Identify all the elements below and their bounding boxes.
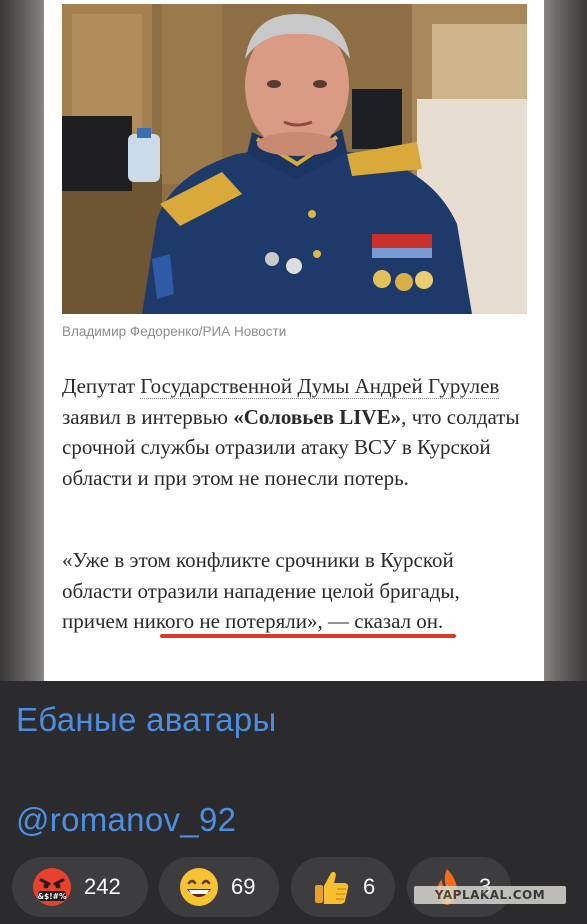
- mention-link[interactable]: @romanov_92: [16, 801, 236, 839]
- reaction-count: 69: [231, 874, 256, 899]
- general-portrait-image: [62, 4, 527, 314]
- angry-cursing-face-icon: &$!#%: [33, 868, 71, 906]
- reaction-count: 242: [84, 874, 121, 899]
- message-text: Ебаные аватары: [16, 701, 277, 738]
- reaction-angry[interactable]: &$!#% 242: [12, 857, 148, 917]
- highlighted-quote: причем никого не потеряли: [62, 609, 307, 633]
- article-paragraph-1: Депутат Государственной Думы Андрей Гуру…: [62, 371, 527, 493]
- reaction-count: 6: [363, 874, 376, 899]
- site-watermark: YAPLAKAL.COM: [414, 886, 566, 904]
- text-span: », — сказал он.: [307, 609, 444, 633]
- svg-text:&$!#%: &$!#%: [38, 892, 67, 901]
- red-underline-mark: [160, 634, 456, 638]
- article-photo: [62, 4, 527, 314]
- grinning-face-icon: [180, 868, 218, 906]
- thumbs-up-icon: [315, 871, 349, 904]
- photo-caption: Владимир Федоренко/РИА Новости: [62, 324, 287, 339]
- article-paragraph-2: «Уже в этом конфликте срочники в Курской…: [62, 545, 527, 637]
- article-link[interactable]: Государственной Думы Андрей Гурулев: [140, 374, 500, 399]
- text-span: заявил в интервью: [62, 404, 234, 429]
- reaction-thumbs-up[interactable]: 6: [291, 857, 395, 917]
- source-name: «Соловьев LIVE»: [233, 404, 402, 429]
- article-screenshot: Владимир Федоренко/РИА Новости Депутат Г…: [0, 0, 587, 681]
- article-card: Владимир Федоренко/РИА Новости Депутат Г…: [44, 0, 544, 681]
- text-span: Депутат: [62, 374, 141, 398]
- text-span: «Уже в этом конфликте срочники в Курской…: [62, 548, 460, 603]
- reaction-grin[interactable]: 69: [159, 857, 279, 917]
